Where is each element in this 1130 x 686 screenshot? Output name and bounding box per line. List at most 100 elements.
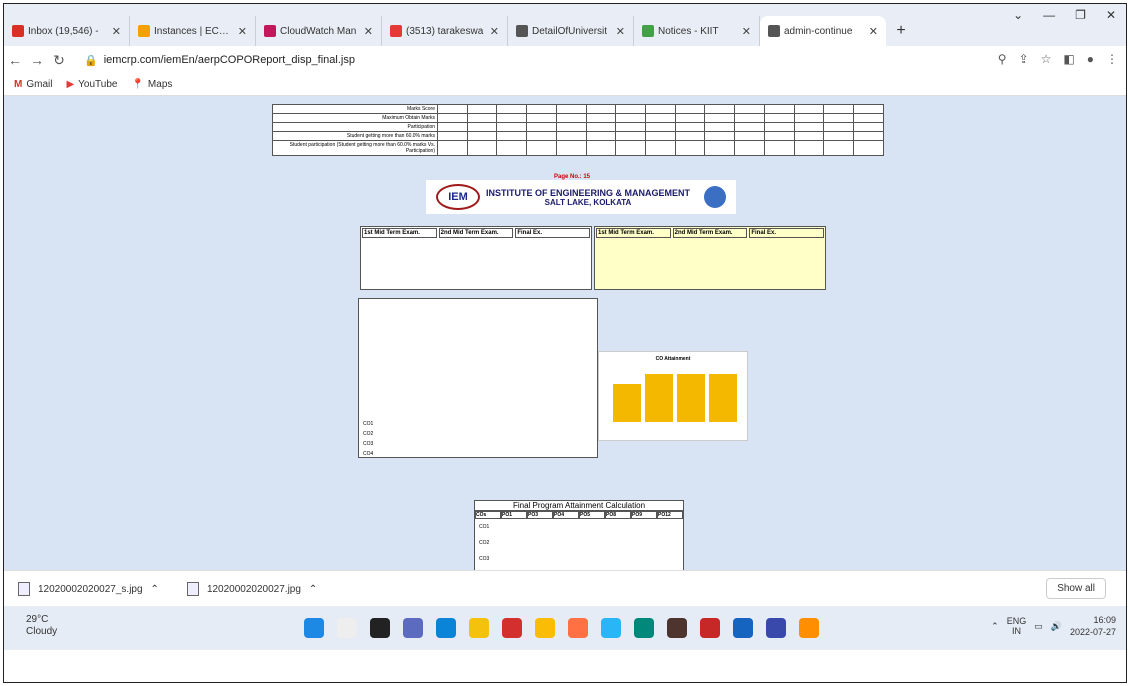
close-icon[interactable]: ✕ bbox=[238, 25, 247, 38]
system-tray: ⌃ ENG IN ▭ 🔊 16:09 2022-07-27 bbox=[991, 614, 1116, 638]
start-icon[interactable] bbox=[304, 618, 324, 638]
close-icon[interactable]: ✕ bbox=[742, 25, 751, 38]
tab-notices[interactable]: Notices - KIIT ✕ bbox=[634, 16, 760, 46]
kiit-icon bbox=[642, 25, 654, 37]
seal-logo bbox=[704, 186, 727, 208]
word-icon[interactable] bbox=[766, 618, 786, 638]
language-indicator[interactable]: ENG IN bbox=[1007, 616, 1027, 636]
star-icon[interactable]: ☆ bbox=[1041, 52, 1052, 66]
exam-table-left: 1st Mid Term Exam. 2nd Mid Term Exam. Fi… bbox=[360, 226, 592, 290]
network-icon[interactable]: ▭ bbox=[1034, 621, 1043, 632]
close-icon[interactable]: ✕ bbox=[490, 25, 499, 38]
chevron-up-icon[interactable]: ⌃ bbox=[991, 621, 999, 632]
forward-icon[interactable]: → bbox=[26, 52, 48, 68]
gmail-icon bbox=[12, 25, 24, 37]
institute-name: INSTITUTE OF ENGINEERING & MANAGEMENT bbox=[486, 187, 691, 198]
bookmark-maps[interactable]: 📍 Maps bbox=[131, 79, 172, 90]
youtube-icon bbox=[390, 25, 402, 37]
lock-icon: 🔒 bbox=[84, 54, 98, 67]
menu-icon[interactable]: ⋮ bbox=[1106, 52, 1118, 66]
task-view-icon[interactable] bbox=[370, 618, 390, 638]
edge-icon[interactable] bbox=[436, 618, 456, 638]
bar-co3 bbox=[677, 374, 705, 422]
sidebar-icon[interactable]: ◧ bbox=[1063, 52, 1074, 66]
final-title: Final Program Attainment Calculation bbox=[475, 501, 683, 511]
chart-bars bbox=[613, 374, 737, 422]
cloudwatch-icon bbox=[264, 25, 276, 37]
url-field[interactable]: 🔒 iemcrp.com/iemEn/aerpCOPOReport_disp_f… bbox=[84, 54, 355, 67]
search-icon[interactable] bbox=[337, 618, 357, 638]
bookmark-youtube[interactable]: ▶ YouTube bbox=[66, 79, 117, 90]
tab-gmail[interactable]: Inbox (19,546) - ✕ bbox=[4, 16, 130, 46]
maps-icon: 📍 bbox=[131, 79, 144, 90]
maximize-icon[interactable]: ❐ bbox=[1075, 8, 1086, 22]
show-all-button[interactable]: Show all bbox=[1046, 578, 1106, 599]
chevron-up-icon[interactable]: ⌃ bbox=[309, 584, 317, 595]
file-icon bbox=[18, 582, 30, 596]
institute-header: IEM INSTITUTE OF ENGINEERING & MANAGEMEN… bbox=[426, 180, 736, 214]
download-item[interactable]: 12020002020027_s.jpg ⌃ bbox=[4, 582, 173, 596]
minimize-icon[interactable]: — bbox=[1043, 8, 1055, 22]
youtube-icon: ▶ bbox=[66, 79, 75, 90]
zoom-icon[interactable]: ⚲ bbox=[998, 52, 1007, 66]
bookmark-gmail[interactable]: M Gmail bbox=[14, 79, 52, 90]
teams-icon[interactable] bbox=[403, 618, 423, 638]
marks-table: Marks Score Maximum Obtain Marks Partici… bbox=[272, 104, 884, 156]
globe-icon bbox=[768, 25, 780, 37]
window-controls: ⌄ — ❐ ✕ bbox=[1013, 8, 1126, 22]
reload-icon[interactable]: ↻ bbox=[48, 52, 70, 69]
clock[interactable]: 16:09 2022-07-27 bbox=[1070, 614, 1116, 638]
taskbar: 29°C Cloudy ⌃ ENG IN ▭ 🔊 16:09 2022-07-2… bbox=[4, 606, 1126, 650]
share-icon[interactable]: ⇪ bbox=[1019, 52, 1029, 66]
bar-co1 bbox=[613, 384, 641, 422]
aws-icon bbox=[138, 25, 150, 37]
profile-icon[interactable]: ● bbox=[1087, 52, 1094, 66]
close-window-icon[interactable]: ✕ bbox=[1106, 8, 1116, 22]
close-icon[interactable]: ✕ bbox=[112, 25, 121, 38]
globe-icon bbox=[516, 25, 528, 37]
page-content: Marks Score Maximum Obtain Marks Partici… bbox=[4, 96, 1126, 570]
final-program-attainment: Final Program Attainment Calculation COs… bbox=[474, 500, 684, 570]
iem-logo: IEM bbox=[436, 184, 480, 210]
gmail-icon: M bbox=[14, 79, 23, 90]
new-tab-button[interactable]: + bbox=[886, 16, 916, 46]
volume-icon[interactable]: 🔊 bbox=[1051, 621, 1062, 632]
file-icon bbox=[186, 582, 199, 596]
institute-location: SALT LAKE, KOLKATA bbox=[544, 197, 632, 207]
close-icon[interactable]: ✕ bbox=[364, 25, 373, 38]
bar-co4 bbox=[709, 374, 737, 422]
download-item[interactable]: 12020002020027.jpg ⌃ bbox=[173, 582, 331, 596]
app-icon[interactable] bbox=[667, 618, 687, 638]
tab-cloudwatch[interactable]: CloudWatch Man ✕ bbox=[256, 16, 382, 46]
browser-window: Inbox (19,546) - ✕ Instances | EC2 M ✕ Clo… bbox=[3, 3, 1127, 683]
downloads-bar: 12020002020027_s.jpg ⌃ 12020002020027.jpg… bbox=[4, 570, 1126, 607]
app-icon[interactable] bbox=[634, 618, 654, 638]
toolbar-icons: ⚲ ⇪ ☆ ◧ ● ⋮ bbox=[998, 52, 1118, 66]
tab-admin-continue[interactable]: admin-continue ✕ bbox=[760, 16, 886, 46]
word-icon[interactable] bbox=[733, 618, 753, 638]
chevron-up-icon[interactable]: ⌃ bbox=[151, 584, 159, 595]
chrome-canary-icon[interactable] bbox=[601, 618, 621, 638]
close-icon[interactable]: ✕ bbox=[616, 25, 625, 38]
exam-table-right: 1st Mid Term Exam. 2nd Mid Term Exam. Fi… bbox=[594, 226, 826, 290]
weather-widget[interactable]: 29°C Cloudy bbox=[26, 614, 57, 638]
bookmarks-bar: M Gmail ▶ YouTube 📍 Maps bbox=[4, 74, 1126, 96]
tab-university[interactable]: DetailOfUniversit ✕ bbox=[508, 16, 634, 46]
back-icon[interactable]: ← bbox=[4, 52, 26, 68]
tab-bar: Inbox (19,546) - ✕ Instances | EC2 M ✕ Clo… bbox=[4, 4, 1126, 46]
app-icon[interactable] bbox=[700, 618, 720, 638]
taskbar-apps bbox=[304, 618, 819, 638]
firefox-icon[interactable] bbox=[568, 618, 588, 638]
close-icon[interactable]: ✕ bbox=[869, 25, 878, 38]
chevron-down-icon[interactable]: ⌄ bbox=[1013, 8, 1023, 22]
app-icon[interactable] bbox=[799, 618, 819, 638]
co-attainment-table: CO1 CO2 CO3 CO4 bbox=[358, 298, 598, 458]
chrome-icon[interactable] bbox=[535, 618, 555, 638]
tab-ec2[interactable]: Instances | EC2 M ✕ bbox=[130, 16, 256, 46]
tab-youtube[interactable]: (3513) tarakeswa ✕ bbox=[382, 16, 508, 46]
opera-icon[interactable] bbox=[502, 618, 522, 638]
file-explorer-icon[interactable] bbox=[469, 618, 489, 638]
address-bar-row: ← → ↻ 🔒 iemcrp.com/iemEn/aerpCOPOReport_… bbox=[4, 46, 1126, 74]
bar-co2 bbox=[645, 374, 673, 422]
co-attainment-chart: CO Attainment bbox=[598, 351, 748, 441]
